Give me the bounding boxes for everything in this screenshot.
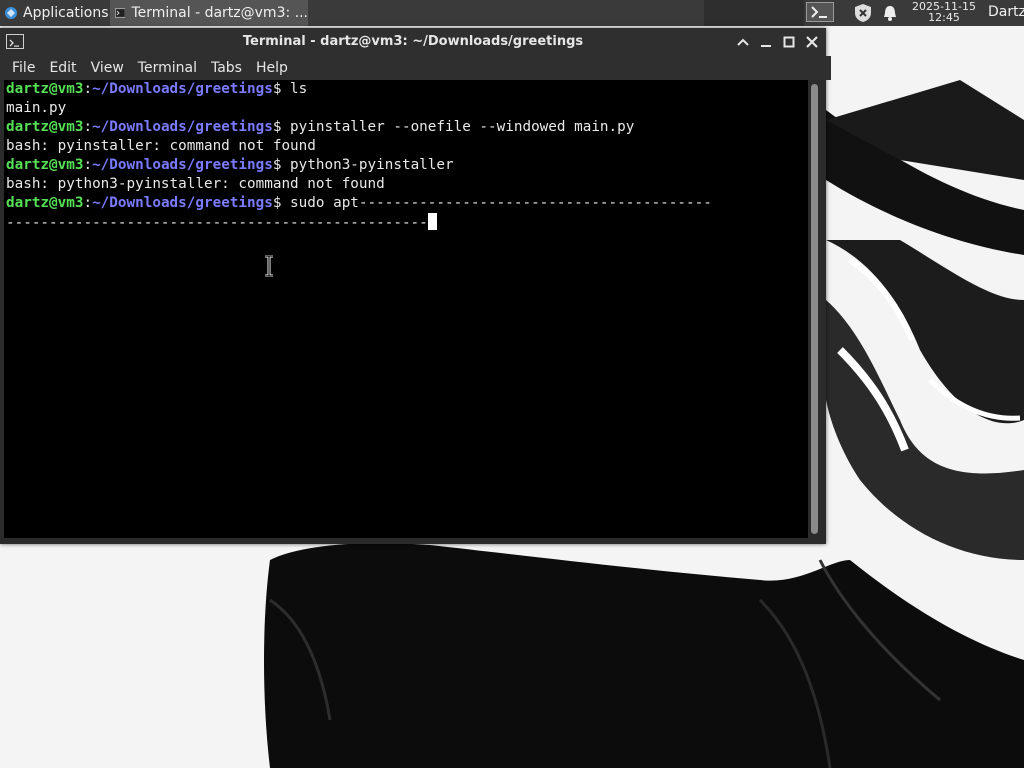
output-line: main.py (6, 99, 66, 118)
menu-help[interactable]: Help (249, 60, 295, 76)
minimize-icon[interactable] (758, 34, 774, 50)
menu-file[interactable]: File (5, 60, 42, 76)
menu-edit[interactable]: Edit (42, 60, 83, 76)
terminal-block-cursor (427, 213, 437, 230)
xfce-logo-icon (5, 7, 17, 19)
output-text: bash: pyinstaller: command not found (6, 138, 316, 154)
applications-label: Applications (23, 5, 109, 21)
prompt-path: ~/Downloads/greetings (92, 195, 273, 211)
window-title: Terminal - dartz@vm3: ~/Downloads/greeti… (242, 34, 584, 49)
taskbar-terminal-label: Terminal - dartz@vm3: ... (131, 5, 308, 21)
tray-terminal-button[interactable] (806, 2, 834, 22)
terminal-window: Terminal - dartz@vm3: ~/Downloads/greeti… (0, 28, 831, 544)
shield-icon[interactable] (854, 3, 872, 23)
terminal-scrollbar[interactable] (808, 80, 822, 538)
command-text: $ sudo apt------------------------------… (272, 195, 712, 211)
clock-time: 12:45 (928, 11, 960, 24)
prompt-path: ~/Downloads/greetings (92, 119, 273, 135)
user-menu[interactable]: Dartz (988, 4, 1024, 20)
menu-terminal[interactable]: Terminal (131, 60, 204, 76)
close-icon[interactable] (804, 34, 820, 50)
taskbar-terminal-button[interactable]: Terminal - dartz@vm3: ... (110, 0, 308, 26)
panel-clock[interactable]: 2025-11-15 12:45 (908, 1, 980, 23)
output-text: main.py (6, 100, 67, 116)
menu-bar: File Edit View Terminal Tabs Help (0, 56, 831, 80)
chevron-up-icon[interactable] (735, 34, 751, 50)
panel-spacer (704, 0, 804, 26)
terminal-output[interactable]: dartz@vm3:~/Downloads/greetings$ ls main.… (4, 80, 808, 538)
prompt-colon: : (83, 119, 93, 135)
output-text: ----------------------------------------… (6, 215, 428, 231)
prompt-colon: : (83, 195, 93, 211)
prompt-line: dartz@vm3:~/Downloads/greetings$ sudo ap… (6, 194, 712, 213)
bell-icon[interactable] (882, 4, 898, 22)
applications-menu-button[interactable]: Applications (0, 0, 113, 26)
menu-tabs[interactable]: Tabs (204, 60, 249, 76)
prompt-user-host: dartz@vm3 (6, 195, 84, 211)
text-cursor-icon (265, 255, 273, 277)
prompt-colon: : (83, 157, 93, 173)
terminal-icon (811, 6, 827, 18)
prompt-line: dartz@vm3:~/Downloads/greetings$ pyinsta… (6, 118, 634, 137)
prompt-path: ~/Downloads/greetings (92, 157, 273, 173)
prompt-path: ~/Downloads/greetings (92, 81, 273, 97)
prompt-user-host: dartz@vm3 (6, 119, 84, 135)
command-text: $ python3-pyinstaller (272, 157, 454, 173)
scrollbar-thumb[interactable] (811, 84, 818, 534)
menu-view[interactable]: View (84, 60, 131, 76)
output-text: bash: python3-pyinstaller: command not f… (6, 176, 385, 192)
window-titlebar[interactable]: Terminal - dartz@vm3: ~/Downloads/greeti… (0, 28, 826, 56)
output-line: bash: python3-pyinstaller: command not f… (6, 175, 385, 194)
output-line: ----------------------------------------… (6, 213, 437, 233)
top-panel: Applications Terminal - dartz@vm3: ... 2… (0, 0, 1024, 26)
prompt-line: dartz@vm3:~/Downloads/greetings$ python3… (6, 156, 454, 175)
maximize-icon[interactable] (781, 34, 797, 50)
terminal-icon (115, 8, 126, 18)
prompt-user-host: dartz@vm3 (6, 81, 84, 97)
prompt-user-host: dartz@vm3 (6, 157, 84, 173)
command-text: $ ls (272, 81, 308, 97)
output-line: bash: pyinstaller: command not found (6, 137, 316, 156)
command-text: $ pyinstaller --onefile --windowed main.… (272, 119, 635, 135)
prompt-colon: : (83, 81, 93, 97)
prompt-line: dartz@vm3:~/Downloads/greetings$ ls (6, 80, 307, 99)
